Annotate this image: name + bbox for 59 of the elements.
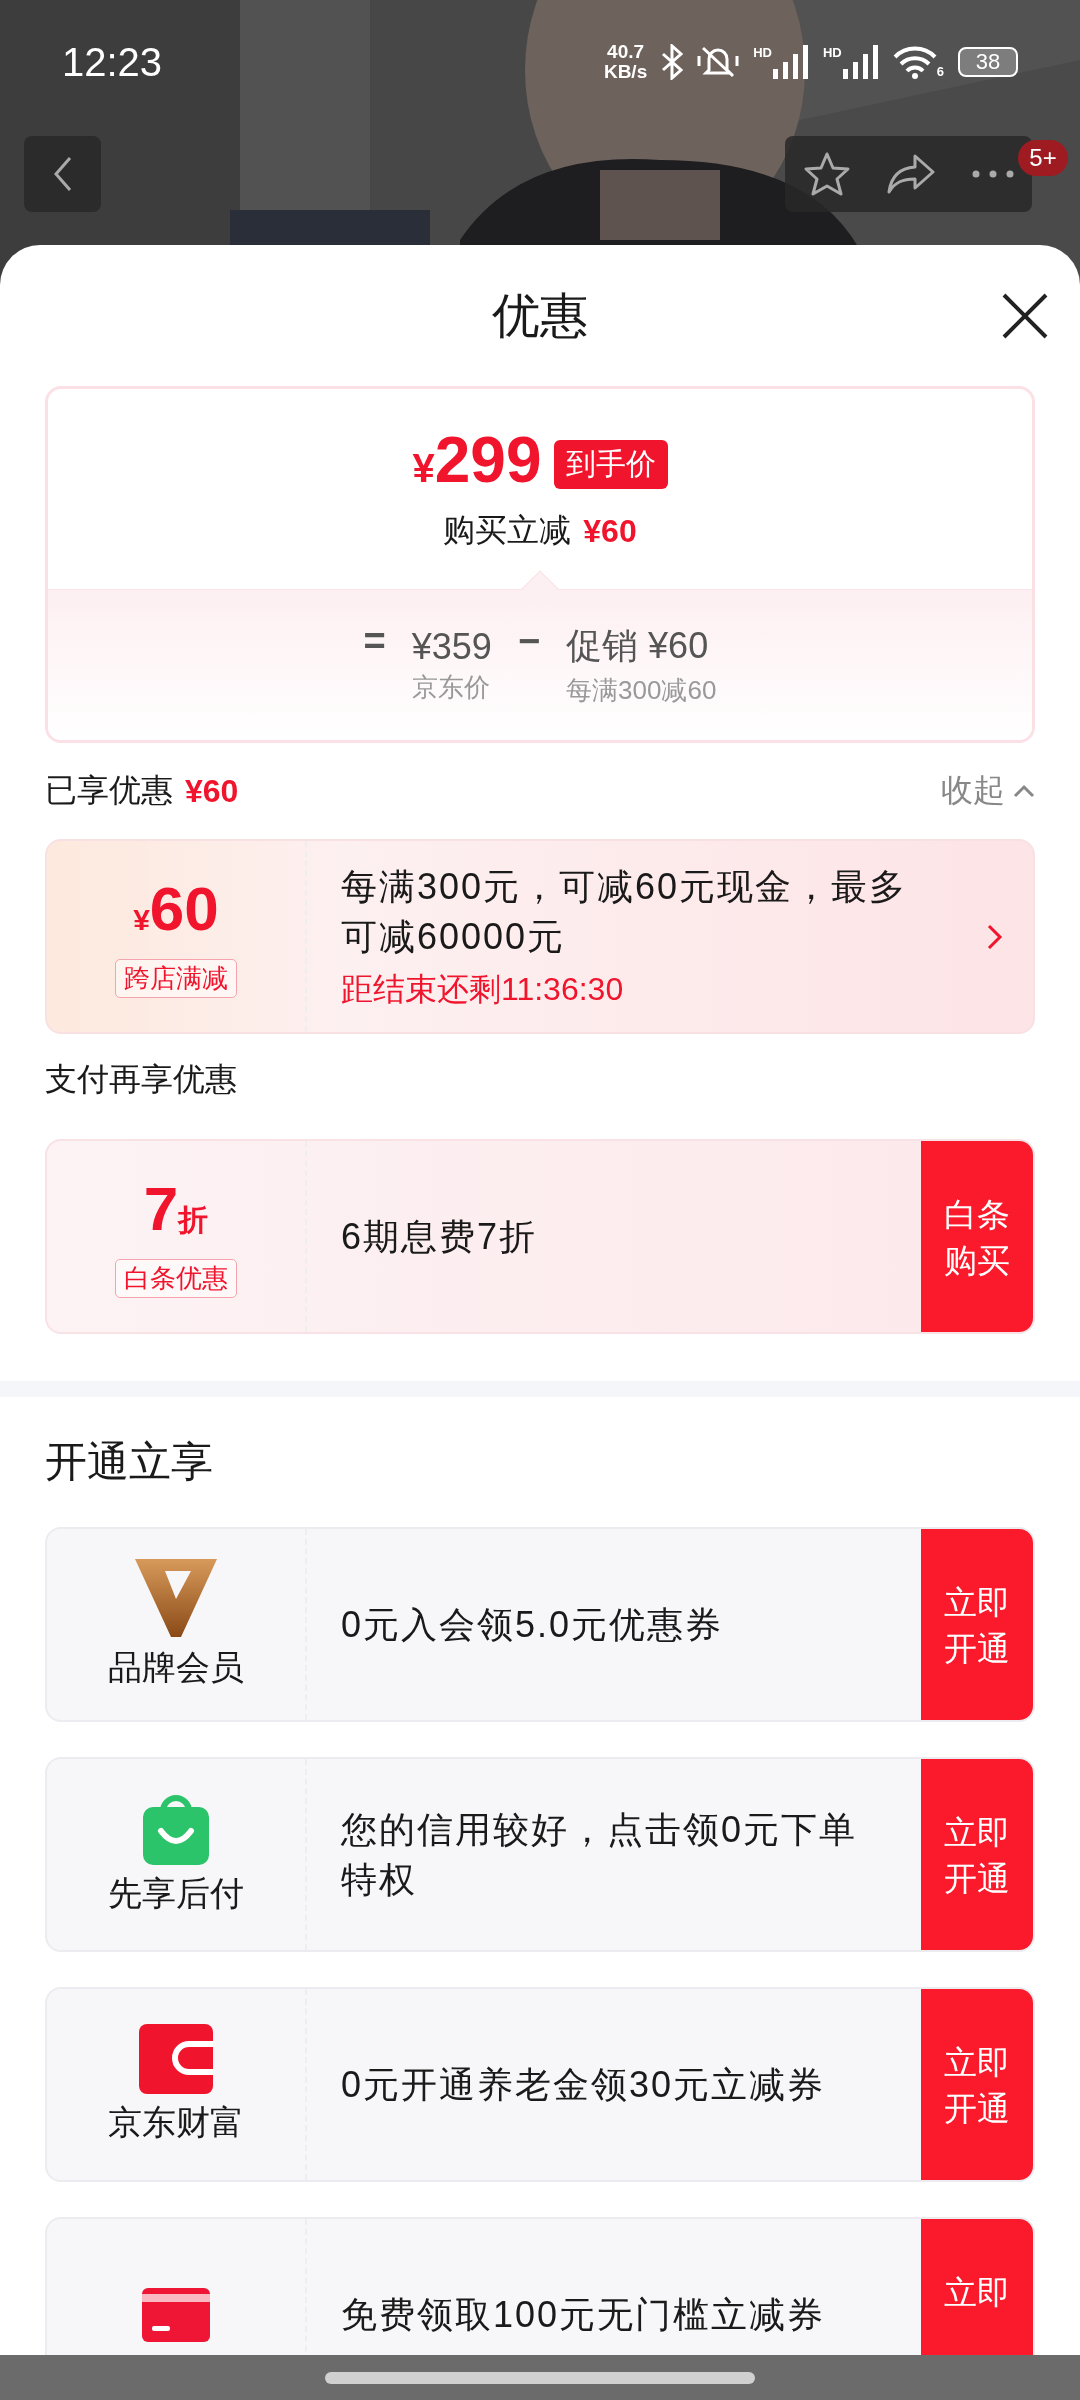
service-description: 您的信用较好，点击领0元下单特权 <box>341 1807 859 1902</box>
shopping-bag-icon <box>143 1792 209 1865</box>
discount-card[interactable]: ¥60 跨店满减 每满300元，可减60元现金，最多可减60000元 距结束还剩11:36:30 <box>45 839 1035 1034</box>
promo-amount: 促销 ¥60 <box>566 624 710 668</box>
price-tag: 到手价 <box>553 439 668 489</box>
star-icon[interactable] <box>803 152 850 196</box>
collapse-button[interactable]: 收起 <box>941 769 1035 813</box>
section-title: 支付再享优惠 <box>45 1060 237 1099</box>
home-handle[interactable] <box>325 2371 755 2384</box>
final-price: ¥299 <box>412 425 542 498</box>
wifi-label: 6 <box>936 64 944 79</box>
hd-label: HD <box>823 45 842 60</box>
share-icon[interactable] <box>886 154 935 194</box>
bank-card-icon <box>142 2287 210 2342</box>
offer-description: 6期息费7折 <box>341 1214 539 1259</box>
v-logo-icon <box>135 1558 217 1639</box>
signal-icon <box>773 45 809 79</box>
service-description: 免费领取100元无门槛立减券 <box>341 2292 827 2337</box>
original-price-label: 京东价 <box>411 670 491 704</box>
back-button[interactable] <box>24 136 101 212</box>
original-price: ¥359 <box>411 625 492 668</box>
close-icon[interactable] <box>1000 291 1050 341</box>
activate-button[interactable]: 立即开通 <box>921 1529 1033 1720</box>
sheet-title: 优惠 <box>492 288 588 344</box>
section-title: 开通立享 <box>45 1437 213 1487</box>
back-icon <box>52 156 73 192</box>
discount-tag: 跨店满减 <box>115 958 237 998</box>
service-description: 0元入会领5.0元优惠券 <box>341 1602 725 1647</box>
enjoyed-amount: ¥60 <box>185 772 239 810</box>
discount-description: 每满300元，可减60元现金，最多可减60000元 <box>341 864 909 959</box>
buy-button[interactable]: 白条购买 <box>921 1141 1033 1332</box>
activate-button[interactable]: 立即开通 <box>921 1759 1033 1950</box>
minus-sign: − <box>517 620 541 663</box>
network-speed: 40.7 KB/s <box>603 42 648 82</box>
promo-note: 每满300减60 <box>566 674 717 707</box>
status-time: 12:23 <box>62 39 163 85</box>
countdown-text: 距结束还剩11:36:30 <box>341 969 625 1009</box>
bluetooth-icon <box>661 44 684 80</box>
hd-label: HD <box>753 45 772 60</box>
service-description: 0元开通养老金领30元立减券 <box>341 2062 827 2107</box>
service-name: 先享后付 <box>108 1872 244 1914</box>
reduction-label: 购买立减 <box>443 511 572 550</box>
chevron-up-icon <box>1013 784 1035 798</box>
wifi-icon <box>892 45 937 79</box>
enjoyed-label: 已享优惠 <box>45 771 173 810</box>
equals-sign: = <box>363 620 386 663</box>
reduction-amount: ¥60 <box>583 512 637 550</box>
discount-amount: ¥60 <box>133 875 219 945</box>
more-icon[interactable] <box>971 170 1014 178</box>
activate-button[interactable]: 立即开通 <box>921 1989 1033 2180</box>
battery-indicator: 38 <box>958 47 1018 77</box>
wallet-icon <box>139 2023 213 2094</box>
service-name: 京东财富 <box>108 2101 244 2143</box>
muted-bell-icon <box>697 44 740 80</box>
activate-button[interactable]: 立即 <box>921 2219 1033 2355</box>
signal-icon <box>842 45 879 79</box>
offer-tag: 白条优惠 <box>115 1258 237 1298</box>
service-name: 品牌会员 <box>108 1646 244 1688</box>
discount-rate: 7折 <box>143 1175 209 1245</box>
